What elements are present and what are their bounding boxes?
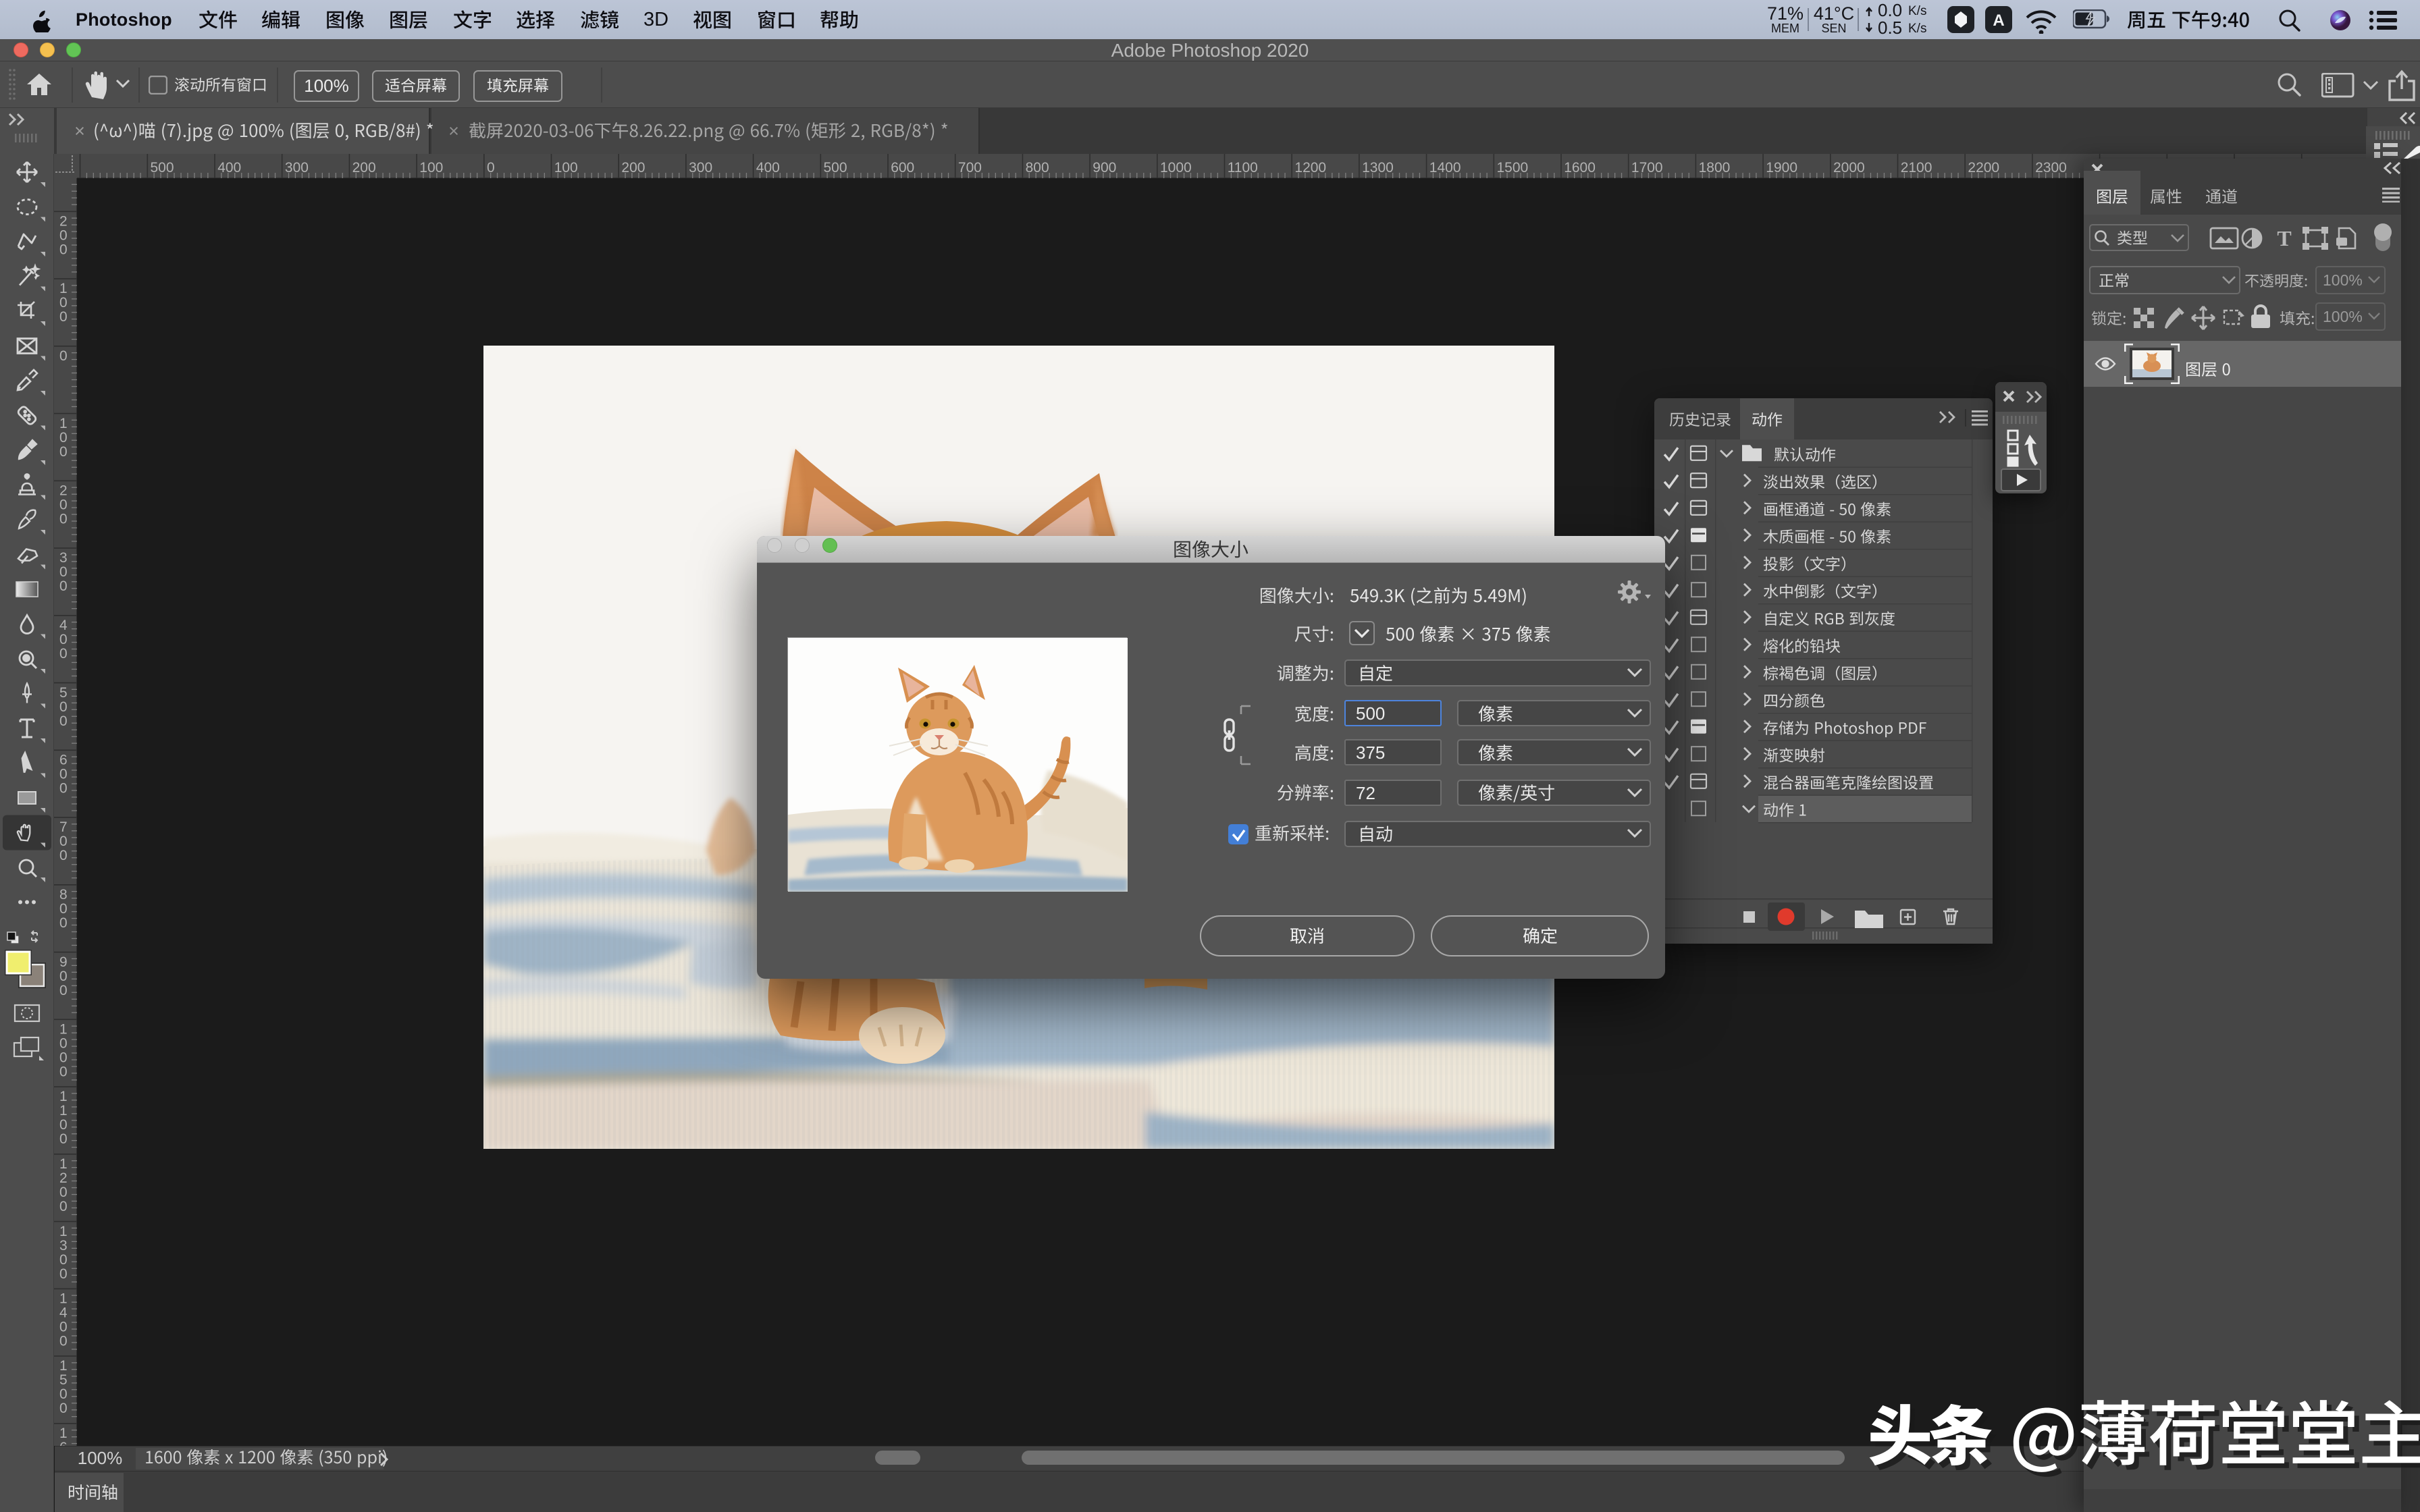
svg-text:2: 2 [59, 1170, 68, 1186]
svg-text:3: 3 [59, 550, 68, 566]
svg-text:1400: 1400 [1429, 160, 1461, 176]
svg-text:1100: 1100 [1228, 160, 1258, 176]
svg-text:5: 5 [59, 685, 68, 701]
svg-text:1: 1 [59, 1426, 68, 1441]
svg-text:1: 1 [59, 1224, 68, 1239]
svg-text:0: 0 [59, 1050, 68, 1066]
svg-text:2000: 2000 [1833, 160, 1865, 176]
svg-text:1: 1 [59, 416, 68, 431]
svg-text:1: 1 [59, 1103, 68, 1118]
svg-text:0: 0 [59, 512, 68, 527]
svg-text:2200: 2200 [1968, 160, 1999, 176]
svg-text:1600: 1600 [1564, 160, 1596, 176]
svg-text:4: 4 [59, 618, 68, 633]
svg-text:0: 0 [59, 309, 68, 325]
svg-text:4: 4 [59, 1305, 68, 1321]
svg-text:1900: 1900 [1766, 160, 1797, 176]
svg-text:0: 0 [59, 578, 68, 594]
svg-text:0: 0 [59, 1131, 68, 1147]
svg-text:0: 0 [59, 1185, 68, 1200]
svg-text:0: 0 [59, 242, 68, 258]
svg-text:1700: 1700 [1631, 160, 1663, 176]
svg-text:6: 6 [59, 753, 68, 768]
svg-text:0: 0 [59, 781, 68, 796]
svg-text:0: 0 [59, 1064, 68, 1080]
svg-text:6: 6 [59, 1440, 68, 1446]
svg-text:0: 0 [59, 1117, 68, 1133]
svg-text:0: 0 [59, 295, 68, 310]
svg-text:0: 0 [59, 983, 68, 998]
svg-text:1: 1 [59, 1089, 68, 1104]
svg-text:0: 0 [59, 348, 68, 364]
svg-text:0: 0 [59, 767, 68, 782]
svg-text:0: 0 [59, 564, 68, 580]
svg-text:0: 0 [59, 1036, 68, 1052]
svg-text:0: 0 [59, 1320, 68, 1335]
svg-text:2100: 2100 [1901, 160, 1932, 176]
svg-text:0: 0 [59, 1199, 68, 1214]
svg-text:1: 1 [59, 1291, 68, 1307]
svg-text:0: 0 [59, 1401, 68, 1416]
svg-text:0: 0 [59, 430, 68, 446]
svg-text:0: 0 [59, 969, 68, 984]
svg-text:3: 3 [59, 1238, 68, 1253]
svg-text:0: 0 [59, 632, 68, 647]
svg-text:0: 0 [59, 444, 68, 460]
svg-text:1000: 1000 [1160, 160, 1192, 176]
svg-text:2: 2 [59, 214, 68, 230]
svg-text:1: 1 [59, 281, 68, 296]
svg-text:0: 0 [59, 1266, 68, 1282]
svg-text:1: 1 [59, 1156, 68, 1172]
svg-text:9: 9 [59, 954, 68, 970]
svg-text:0: 0 [59, 915, 68, 931]
svg-text:0: 0 [59, 834, 68, 849]
svg-text:1: 1 [59, 1358, 68, 1374]
svg-text:A: A [1993, 11, 2004, 30]
svg-text:0: 0 [59, 901, 68, 917]
svg-text:1: 1 [59, 1022, 68, 1037]
svg-text:0: 0 [59, 713, 68, 729]
svg-text:0: 0 [59, 1334, 68, 1349]
svg-text:0: 0 [59, 1252, 68, 1268]
svg-text:1500: 1500 [1497, 160, 1529, 176]
svg-text:1200: 1200 [1294, 160, 1326, 176]
svg-text:8: 8 [59, 887, 68, 902]
svg-text:2300: 2300 [2035, 160, 2067, 176]
svg-text:1800: 1800 [1699, 160, 1731, 176]
svg-text:0: 0 [59, 848, 68, 863]
svg-text:0: 0 [59, 497, 68, 513]
svg-text:0: 0 [59, 646, 68, 662]
svg-text:7: 7 [59, 819, 68, 835]
svg-text:0: 0 [59, 228, 68, 244]
svg-text:1300: 1300 [1362, 160, 1394, 176]
svg-text:2: 2 [59, 483, 68, 499]
svg-text:0: 0 [59, 1386, 68, 1402]
svg-text:5: 5 [59, 1372, 68, 1388]
svg-text:0: 0 [59, 699, 68, 715]
